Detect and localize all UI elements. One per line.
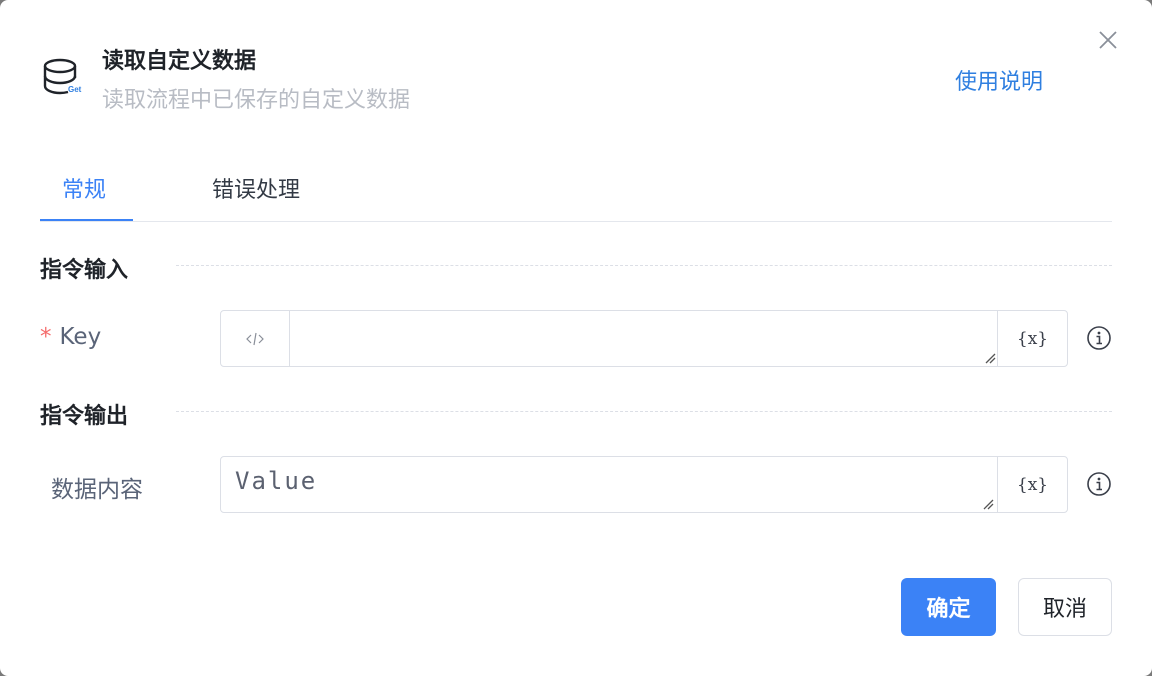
section-title-output: 指令输出 (40, 404, 129, 429)
insert-variable-button[interactable]: {x} (997, 311, 1067, 366)
dialog-title: 读取自定义数据 (102, 49, 257, 74)
info-icon[interactable] (1086, 325, 1112, 351)
section-divider (176, 265, 1112, 266)
section-title-input: 指令输入 (40, 258, 129, 283)
data-content-label: 数据内容 (51, 477, 143, 503)
key-label-text: Key (59, 324, 102, 350)
key-input-group: {x} (220, 310, 1068, 367)
help-link[interactable]: 使用说明 (955, 64, 1043, 96)
info-icon[interactable] (1086, 471, 1112, 497)
close-icon (1099, 31, 1117, 49)
tab-bar: 常规 错误处理 (40, 152, 1112, 222)
insert-variable-button[interactable]: {x} (997, 457, 1067, 512)
close-button[interactable] (1094, 26, 1122, 54)
tab-error-handling[interactable]: 错误处理 (212, 172, 300, 204)
cancel-button[interactable]: 取消 (1018, 578, 1112, 636)
active-tab-indicator (40, 219, 133, 221)
key-input[interactable] (291, 311, 998, 366)
tab-general[interactable]: 常规 (62, 172, 106, 204)
dialog-subtitle: 读取流程中已保存的自定义数据 (102, 88, 411, 113)
data-content-input[interactable]: Value (221, 457, 998, 512)
icon-badge: Get (68, 85, 82, 94)
required-mark: * (40, 324, 52, 350)
dialog: Get 读取自定义数据 读取流程中已保存的自定义数据 使用说明 常规 错误处理 … (0, 0, 1152, 676)
section-divider (176, 411, 1112, 412)
confirm-button[interactable]: 确定 (901, 578, 996, 636)
resize-handle-icon[interactable] (982, 498, 994, 510)
resize-handle-icon[interactable] (984, 352, 996, 364)
expression-toggle-button[interactable] (221, 311, 290, 366)
data-content-input-group: Value {x} (220, 456, 1068, 513)
code-icon (246, 332, 264, 345)
key-label: * Key (40, 324, 101, 350)
database-get-icon: Get (43, 58, 82, 95)
